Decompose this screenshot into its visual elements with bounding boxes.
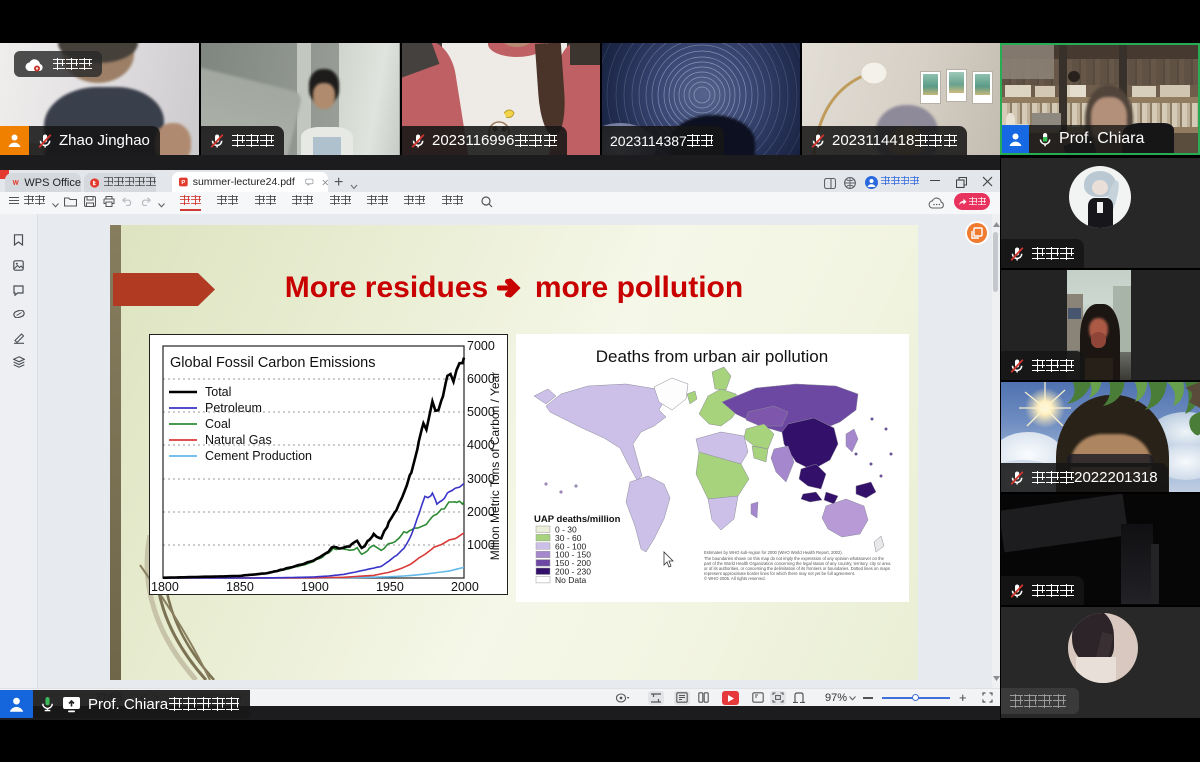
svg-text:P: P xyxy=(181,180,185,186)
svg-text:Deaths from urban air pollutio: Deaths from urban air pollution xyxy=(596,347,828,366)
svg-text:UAP deaths/million: UAP deaths/million xyxy=(534,514,621,525)
svg-text:Global Fossil Carbon Emissions: Global Fossil Carbon Emissions xyxy=(170,355,376,371)
svg-text:Estimates by WHO sub-region fo: Estimates by WHO sub-region for 2000 (WH… xyxy=(704,550,843,555)
svg-text:Coal: Coal xyxy=(205,417,231,431)
svg-text:Petroleum: Petroleum xyxy=(205,401,262,415)
svg-text:1900: 1900 xyxy=(301,580,329,594)
svg-text:No Data: No Data xyxy=(555,575,586,585)
svg-text:© WHO 2005. All rights reserve: © WHO 2005. All rights reserved. xyxy=(704,576,766,581)
svg-text:Million Metric Tons of Carbon: Million Metric Tons of Carbon / Year xyxy=(488,372,502,561)
svg-text:1950: 1950 xyxy=(376,580,404,594)
svg-text:2000: 2000 xyxy=(451,580,479,594)
svg-text:Cement Production: Cement Production xyxy=(205,449,312,463)
svg-text:1850: 1850 xyxy=(226,580,254,594)
svg-text:7000: 7000 xyxy=(467,339,495,353)
svg-text:Natural Gas: Natural Gas xyxy=(205,433,272,447)
svg-text:1800: 1800 xyxy=(151,580,179,594)
svg-text:Total: Total xyxy=(205,385,231,399)
